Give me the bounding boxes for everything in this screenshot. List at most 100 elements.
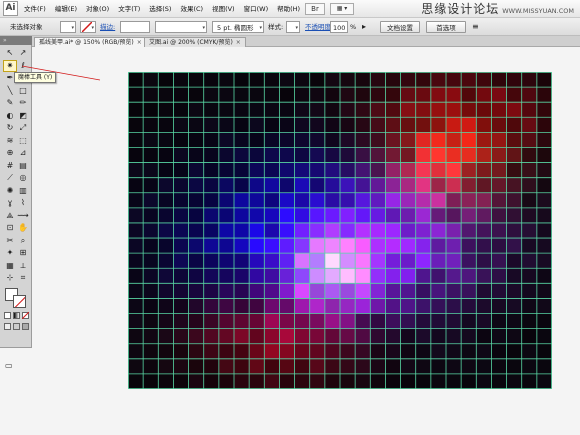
pixel-cell[interactable] [249,253,265,269]
pixel-cell[interactable] [506,343,522,360]
pixel-cell[interactable] [294,313,310,329]
pixel-cell[interactable] [476,147,492,163]
pixel-cell[interactable] [279,268,295,284]
pixel-cell[interactable] [173,132,189,148]
pixel-cell[interactable] [158,87,174,103]
pixel-cell[interactable] [279,72,295,88]
live-paint-tool-icon[interactable]: ɣ [4,198,16,208]
pixel-cell[interactable] [415,358,432,375]
blend-tool-icon[interactable]: ◎ [17,173,29,183]
pixel-cell[interactable] [355,343,371,360]
menu-view[interactable]: 视图(V) [212,0,235,18]
pixel-cell[interactable] [506,117,522,133]
warp-tool-icon[interactable]: ≋ [4,136,16,146]
pixel-cell[interactable] [340,268,356,284]
pixel-cell[interactable] [203,192,220,209]
pixel-cell[interactable] [234,207,250,224]
pixel-cell[interactable] [203,253,220,269]
pixel-cell[interactable] [385,72,401,88]
pixel-cell[interactable] [309,313,326,329]
pixel-cell[interactable] [309,253,326,269]
pixel-cell[interactable] [279,328,295,344]
mesh-tool-icon[interactable]: # [4,161,16,171]
pixel-cell[interactable] [461,87,477,103]
pixel-cell[interactable] [370,147,386,163]
pixel-cell[interactable] [324,222,341,239]
pixel-cell[interactable] [158,207,174,224]
pixel-cell[interactable] [324,283,341,299]
pixel-cell[interactable] [370,102,386,118]
pixel-cell[interactable] [491,358,507,375]
pixel-cell[interactable] [355,373,371,389]
pixel-cell[interactable] [279,87,295,103]
pixel-cell[interactable] [279,132,295,148]
workspace-menu-icon[interactable]: ≡ [472,21,482,33]
pixel-cell[interactable] [264,298,280,314]
pixel-cell[interactable] [294,177,310,193]
pixel-cell[interactable] [430,177,447,193]
pixel-cell[interactable] [355,162,371,178]
pixel-cell[interactable] [218,102,235,118]
pixel-cell[interactable] [143,358,159,375]
pixel-cell[interactable] [218,373,235,389]
pixel-cell[interactable] [415,102,432,118]
pixel-cell[interactable] [264,207,280,224]
pixel-cell[interactable] [370,358,386,375]
pixel-cell[interactable] [309,192,326,209]
pixel-cell[interactable] [218,238,235,254]
pixel-cell[interactable] [430,328,447,344]
scale-tool-icon[interactable]: ⤢ [17,123,29,133]
pixel-cell[interactable] [294,192,310,209]
pixel-cell[interactable] [446,177,462,193]
pixel-cell[interactable] [158,283,174,299]
pixel-cell[interactable] [430,253,447,269]
pixel-cell[interactable] [430,192,447,209]
pixel-cell[interactable] [430,343,447,360]
pixel-cell[interactable] [279,147,295,163]
pixel-cell[interactable] [309,177,326,193]
pixel-cell[interactable] [415,132,432,148]
pixel-cell[interactable] [400,72,416,88]
pixel-cell[interactable] [446,268,462,284]
pixel-cell[interactable] [491,192,507,209]
pixel-cell[interactable] [370,207,386,224]
pixel-cell[interactable] [218,72,235,88]
pixel-cell[interactable] [203,373,220,389]
pixel-cell[interactable] [370,117,386,133]
gradient-tool-icon[interactable]: ▤ [17,161,29,171]
pixel-cell[interactable] [128,283,144,299]
pixel-cell[interactable] [370,177,386,193]
pixel-cell[interactable] [264,87,280,103]
pixel-cell[interactable] [249,268,265,284]
pixel-cell[interactable] [173,283,189,299]
pixel-cell[interactable] [430,102,447,118]
pixel-cell[interactable] [188,298,204,314]
pixel-cell[interactable] [158,72,174,88]
pixel-cell[interactable] [294,268,310,284]
pixel-cell[interactable] [218,253,235,269]
pixel-cell[interactable] [249,373,265,389]
pixel-cell[interactable] [430,162,447,178]
pencil-tool-icon[interactable]: ✏ [17,98,29,108]
pixel-cell[interactable] [415,313,432,329]
pixel-cell[interactable] [324,102,341,118]
pixel-cell[interactable] [309,358,326,375]
paintbrush-tool-icon[interactable]: ✎ [4,98,16,108]
pixel-cell[interactable] [521,192,538,209]
pixel-cell[interactable] [309,72,326,88]
pixel-cell[interactable] [188,343,204,360]
pixel-cell[interactable] [218,132,235,148]
pixel-cell[interactable] [173,87,189,103]
pixel-cell[interactable] [218,313,235,329]
pixel-cell[interactable] [143,87,159,103]
pixel-cell[interactable] [446,207,462,224]
pixel-cell[interactable] [491,147,507,163]
pixel-cell[interactable] [476,283,492,299]
pixel-cell[interactable] [188,117,204,133]
pixel-cell[interactable] [385,192,401,209]
pixel-cell[interactable] [128,207,144,224]
pixel-cell[interactable] [461,268,477,284]
pixel-cell[interactable] [476,358,492,375]
pixel-cell[interactable] [218,162,235,178]
pixel-cell[interactable] [128,298,144,314]
